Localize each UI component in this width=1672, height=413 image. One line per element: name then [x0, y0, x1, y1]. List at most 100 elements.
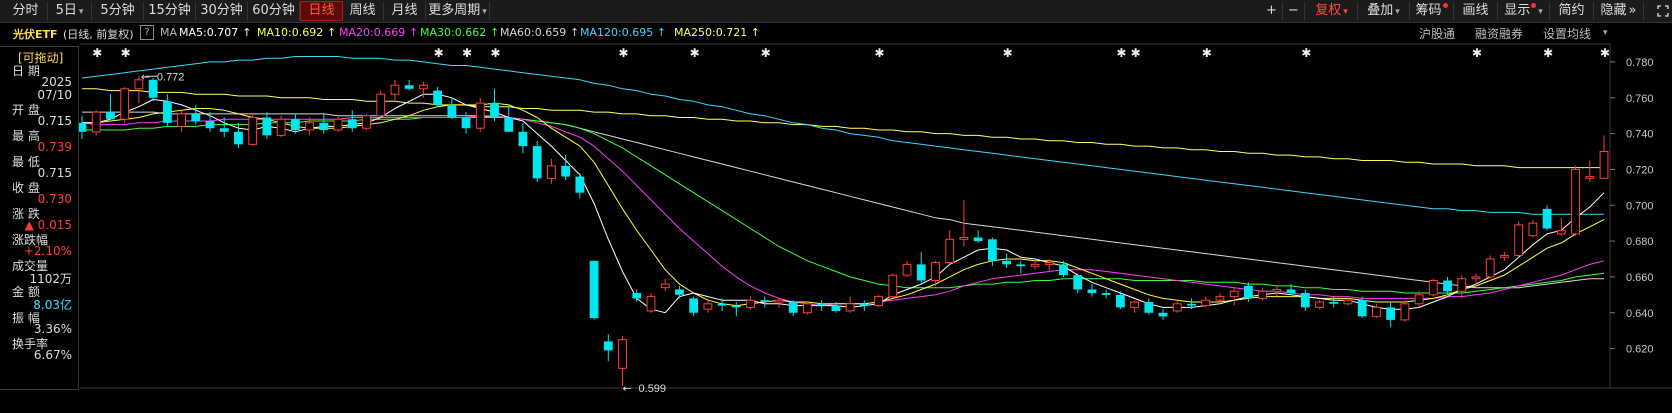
candle-body-down: [1115, 294, 1125, 308]
chevron-down-icon: ▾: [482, 7, 487, 17]
ma-lines: [81, 56, 1605, 314]
candle-body-down: [916, 264, 926, 281]
ma-link-2[interactable]: 设置均线: [1543, 25, 1591, 42]
candle-body-down: [490, 103, 499, 118]
price-tick-label: 0.720: [1626, 164, 1654, 176]
period-tab-3[interactable]: 15分钟: [144, 2, 196, 20]
ma-value-2: MA20:0.669: [339, 26, 406, 39]
low-label: 最 低: [12, 155, 40, 169]
ma-link-0[interactable]: 沪股通: [1419, 25, 1455, 42]
toolbar-btn-label: 简约: [1558, 3, 1585, 18]
arrow-up-icon: ↑: [409, 26, 419, 39]
candle-body-up: [703, 303, 713, 310]
candle-body-up: [418, 84, 428, 90]
toolbar-btn-1[interactable]: 叠加 ▾: [1358, 2, 1410, 20]
candle-body-down: [1187, 303, 1196, 306]
price-tick-label: 0.640: [1626, 308, 1654, 320]
toolbar-btn-0[interactable]: 复权 ▾: [1306, 2, 1358, 20]
candle-body-up: [1528, 222, 1538, 237]
security-name[interactable]: 光伏ETF: [13, 26, 58, 42]
ma-link-1[interactable]: 融资融券: [1475, 25, 1523, 42]
candle-body-down: [191, 113, 201, 122]
period-tab-label: 月线: [391, 3, 418, 18]
candle-body-up: [546, 165, 556, 179]
period-tab-4[interactable]: 30分钟: [196, 2, 248, 20]
arrow-up-icon: ↑: [656, 26, 666, 39]
ma-value-1: MA10:0.692: [257, 26, 324, 39]
candle-body-down: [561, 165, 571, 177]
period-toolbar: 分时 5日 ▾ 5分钟 15分钟 30分钟 60分钟 日线 周线 月线 更多周期 ▾ + − 复权 ▾ 叠加 ▾ 筹…: [0, 0, 1672, 23]
candle-body-up: [746, 299, 755, 308]
candle-body-down: [1443, 280, 1452, 292]
candle-body-up: [91, 111, 101, 133]
period-tab-0[interactable]: 分时: [4, 2, 48, 20]
event-star-icon: ✱: [462, 46, 472, 60]
candle-body-down: [1073, 275, 1083, 290]
price-tick-label: 0.780: [1626, 57, 1654, 69]
toolbar-btn-label: 画线: [1462, 3, 1489, 18]
change-value: ▲ 0.015: [24, 218, 72, 232]
candle-body-up: [362, 115, 371, 129]
candle-body-down: [987, 239, 997, 261]
candle-body-down: [219, 128, 229, 132]
toolbar-btn-6[interactable]: 隐藏»: [1594, 2, 1644, 20]
period-tab-5[interactable]: 60分钟: [248, 2, 300, 20]
candle-body-down: [831, 305, 841, 311]
toolbar-btn-label: 筹码: [1415, 3, 1442, 18]
candle-body-up: [1471, 276, 1481, 280]
candle-body-up: [1229, 290, 1239, 298]
period-tab-8[interactable]: 月线: [384, 2, 426, 20]
event-star-icon: ✱: [1003, 46, 1013, 60]
candle-body-up: [646, 296, 656, 312]
kline-chart[interactable]: ✱ ✱ ✱ ✱ ✱ ✱ ✱ ✱ ✱ ✱ ✱ ✱ ✱ ✱ ✱ ✱ ✱ 0.7800.7600.7400.7200.…: [0, 0, 1672, 413]
period-tab-7[interactable]: 周线: [342, 2, 384, 20]
ma-value-5: MA120:0.695: [580, 26, 654, 39]
event-star-icon: ✱: [121, 46, 131, 60]
ma-label: MA: [160, 26, 178, 39]
help-icon[interactable]: ?: [140, 25, 154, 40]
candle-body-up: [1400, 303, 1410, 321]
candle-body-up: [1457, 278, 1467, 292]
candle-body-down: [262, 117, 272, 136]
open-label: 开 盘: [12, 103, 40, 117]
fullscreen-icon[interactable]: [1655, 2, 1671, 20]
period-tab-6[interactable]: 日线: [300, 1, 343, 21]
zoom-out-button[interactable]: −: [1283, 2, 1305, 20]
toolbar-btn-5[interactable]: 简约: [1550, 2, 1594, 20]
toolbar-btn-2[interactable]: 筹码: [1410, 2, 1454, 20]
event-star-icon: ✱: [1600, 46, 1610, 60]
toolbar-btn-4[interactable]: 显示 ▾: [1498, 2, 1550, 20]
ma-value-4: MA60:0.659: [500, 26, 567, 39]
zoom-in-button[interactable]: +: [1261, 2, 1283, 20]
period-tab-1[interactable]: 5日 ▾: [48, 2, 92, 20]
quote-info-panel[interactable]: [可拖动] 日 期 2025 07/10 开 盘 0.715 最 高 0.739…: [0, 46, 79, 390]
candle-body-down: [162, 101, 172, 123]
event-star-icon: ✱: [1131, 46, 1141, 60]
event-star-icon: ✱: [434, 46, 444, 60]
candle-body-down: [347, 119, 357, 129]
toolbar-btn-label: 隐藏: [1600, 3, 1627, 18]
candle-body-up: [333, 118, 343, 131]
turnover-value: 6.67%: [33, 348, 72, 362]
high-value: 0.739: [37, 140, 72, 154]
price-axis: 0.780 0.760 0.740 0.720 0.700 0.680 0.660 0.640…: [1610, 57, 1654, 356]
period-tab-2[interactable]: 5分钟: [92, 2, 144, 20]
arrow-left-icon: ←: [141, 70, 150, 83]
low-value: 0.715: [37, 166, 72, 180]
high-label: 最 高: [12, 129, 40, 143]
candle-body-down: [1101, 293, 1111, 295]
candle-body-up: [902, 263, 912, 276]
candle-body-up: [959, 237, 969, 240]
chevron-down-icon: ▾: [78, 7, 84, 17]
ma20-line: [81, 115, 1605, 307]
chart-grid: [80, 43, 1672, 389]
candle-body-up: [276, 118, 286, 136]
candle-body-down: [1329, 302, 1339, 304]
candle-body-up: [774, 299, 784, 303]
chevron-down-icon: ▾: [1395, 7, 1400, 17]
toolbar-btn-3[interactable]: 画线: [1454, 2, 1498, 20]
candle-body-down: [603, 341, 613, 351]
candle-body-down: [532, 146, 542, 179]
candle-body-down: [319, 122, 329, 130]
period-tab-9[interactable]: 更多周期 ▾: [426, 2, 490, 20]
